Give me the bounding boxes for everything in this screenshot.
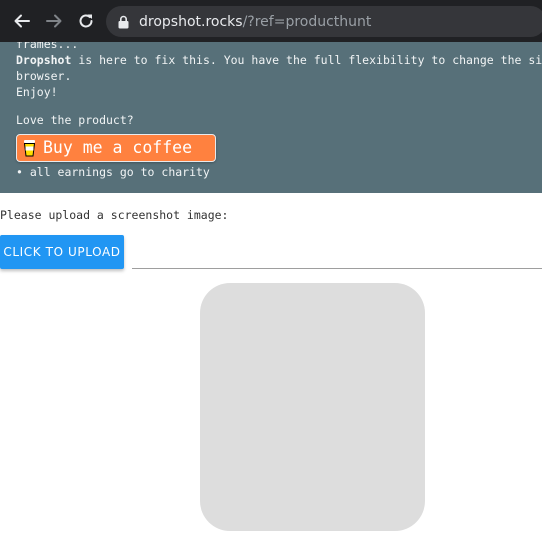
intro-text: is here to fix this. You have the full f… xyxy=(71,53,542,67)
intro-banner: frames... Dropshot is here to fix this. … xyxy=(0,42,542,193)
forward-button[interactable] xyxy=(38,0,70,42)
forward-arrow-icon xyxy=(46,14,62,28)
banner-intro: Dropshot is here to fix this. You have t… xyxy=(16,52,542,68)
brand-name: Dropshot xyxy=(16,53,72,67)
back-button[interactable] xyxy=(6,0,38,42)
banner-cut-line: frames... xyxy=(16,42,79,51)
banner-intro-cont: browser. xyxy=(16,69,72,83)
reload-button[interactable] xyxy=(70,0,102,42)
address-bar[interactable]: dropshot.rocks/?ref=producthunt xyxy=(106,6,542,37)
lock-icon xyxy=(118,15,129,28)
coffee-cup-icon xyxy=(23,140,36,157)
coffee-label: Buy me a coffee xyxy=(43,138,193,157)
love-question: Love the product? xyxy=(16,113,134,127)
charity-note: • all earnings go to charity xyxy=(16,165,210,179)
buy-coffee-button[interactable]: Buy me a coffee xyxy=(16,134,216,162)
back-arrow-icon xyxy=(14,14,30,28)
url-text: dropshot.rocks/?ref=producthunt xyxy=(139,14,371,30)
browser-toolbar: dropshot.rocks/?ref=producthunt xyxy=(0,0,542,42)
file-name-underline xyxy=(132,268,542,269)
url-host: dropshot.rocks xyxy=(139,13,243,30)
image-preview-placeholder xyxy=(200,283,425,531)
url-path: /?ref=producthunt xyxy=(242,13,372,30)
upload-prompt: Please upload a screenshot image: xyxy=(0,208,229,222)
banner-enjoy: Enjoy! xyxy=(16,85,58,99)
upload-button[interactable]: CLICK TO UPLOAD xyxy=(0,235,124,269)
reload-icon xyxy=(79,14,93,28)
